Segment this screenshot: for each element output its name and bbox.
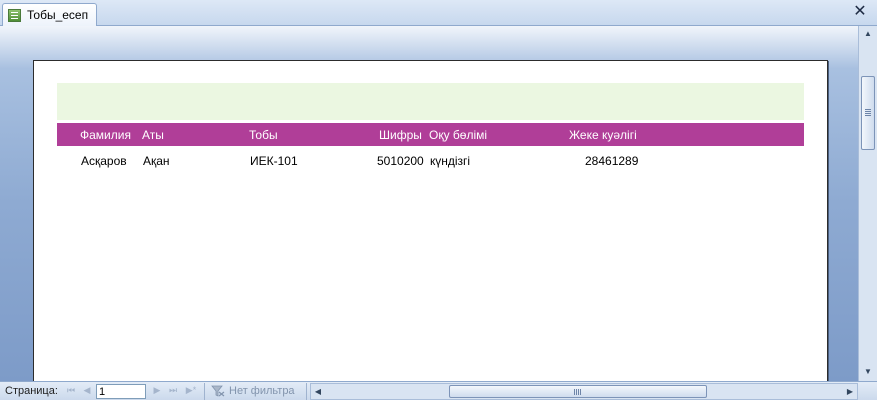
- prev-page-icon[interactable]: ◀: [82, 385, 92, 396]
- status-divider: [306, 383, 307, 400]
- filter-status[interactable]: Нет фильтра: [211, 385, 295, 397]
- last-page-icon[interactable]: ⏭: [168, 385, 178, 396]
- document-tab-strip: Тобы_есеп ✕: [0, 0, 877, 26]
- horizontal-scroll-thumb[interactable]: [449, 385, 707, 398]
- new-page-icon[interactable]: ▶*: [184, 385, 198, 396]
- cell-group: ИЕК-101: [250, 154, 298, 168]
- page-number-input[interactable]: [96, 384, 146, 399]
- column-header-code: Шифры: [379, 128, 422, 142]
- cell-study-form: күндізгі: [430, 154, 471, 168]
- column-header-name: Аты: [142, 128, 164, 142]
- scroll-right-icon[interactable]: ▶: [843, 384, 857, 399]
- cell-surname: Асқаров: [81, 154, 127, 168]
- column-header-id-card: Жеке куәлігі: [569, 128, 637, 142]
- filter-off-icon: [211, 385, 225, 397]
- report-icon: [8, 8, 21, 22]
- status-divider: [204, 383, 205, 400]
- scroll-up-icon[interactable]: ▲: [859, 26, 877, 42]
- page-label: Страница:: [5, 385, 58, 397]
- vertical-scroll-thumb[interactable]: [861, 76, 875, 150]
- column-header-band: Фамилия Аты Тобы Шифры Оқу бөлімі Жеке к…: [57, 123, 804, 146]
- scroll-down-icon[interactable]: ▼: [859, 364, 877, 380]
- column-header-group: Тобы: [249, 128, 278, 142]
- cell-name: Ақан: [143, 154, 170, 168]
- horizontal-scrollbar[interactable]: ◀ ▶: [310, 383, 858, 400]
- scroll-left-icon[interactable]: ◀: [311, 384, 325, 399]
- close-icon[interactable]: ✕: [852, 4, 868, 20]
- report-page: Фамилия Аты Тобы Шифры Оқу бөлімі Жеке к…: [33, 60, 828, 381]
- cell-code: 5010200: [377, 154, 424, 168]
- column-header-study-form: Оқу бөлімі: [429, 128, 488, 142]
- next-page-icon[interactable]: ▶: [152, 385, 162, 396]
- document-tab-title: Тобы_есеп: [27, 8, 89, 22]
- vertical-scrollbar[interactable]: ▲ ▼: [858, 26, 877, 381]
- report-header-band: [57, 83, 804, 120]
- record-navigation-bar: Страница: ⏮ ◀ ▶ ⏭ ▶* Нет фильтра ◀ ▶: [0, 381, 877, 400]
- document-tab[interactable]: Тобы_есеп: [2, 3, 97, 26]
- filter-status-label: Нет фильтра: [229, 385, 295, 397]
- first-page-icon[interactable]: ⏮: [66, 385, 76, 396]
- cell-id-card: 28461289: [585, 154, 639, 168]
- report-viewport: Фамилия Аты Тобы Шифры Оқу бөлімі Жеке к…: [0, 26, 858, 381]
- column-header-surname: Фамилия: [80, 128, 131, 142]
